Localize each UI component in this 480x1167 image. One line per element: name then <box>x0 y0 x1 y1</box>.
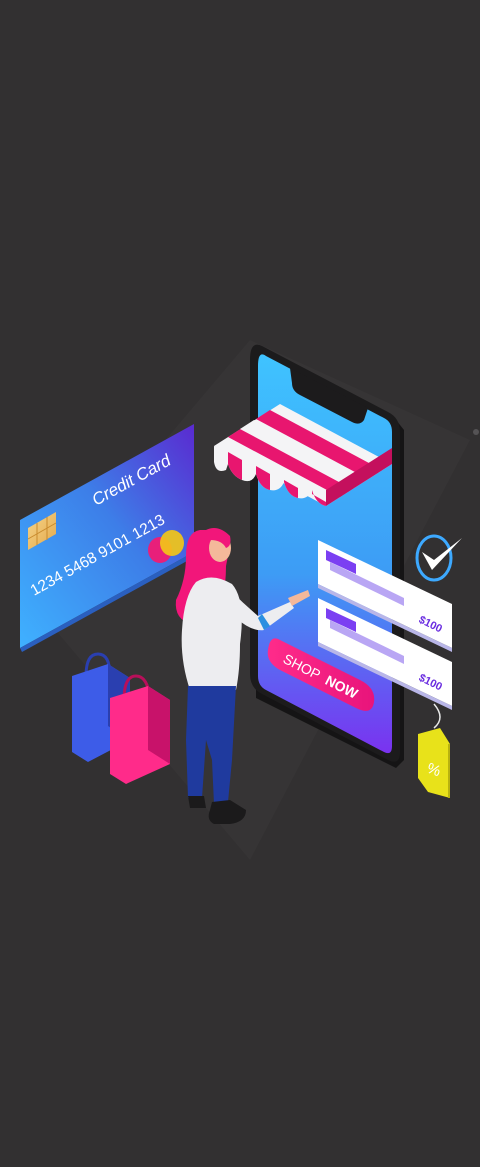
checkmark-icon <box>415 534 462 582</box>
decor-dot <box>473 429 479 435</box>
illustration-stage: Credit Card 1234 5468 9101 1213 SHOP NOW <box>0 0 480 1167</box>
online-shopping-illustration: Credit Card 1234 5468 9101 1213 SHOP NOW <box>20 340 479 860</box>
discount-tag-icon: % <box>418 703 450 798</box>
